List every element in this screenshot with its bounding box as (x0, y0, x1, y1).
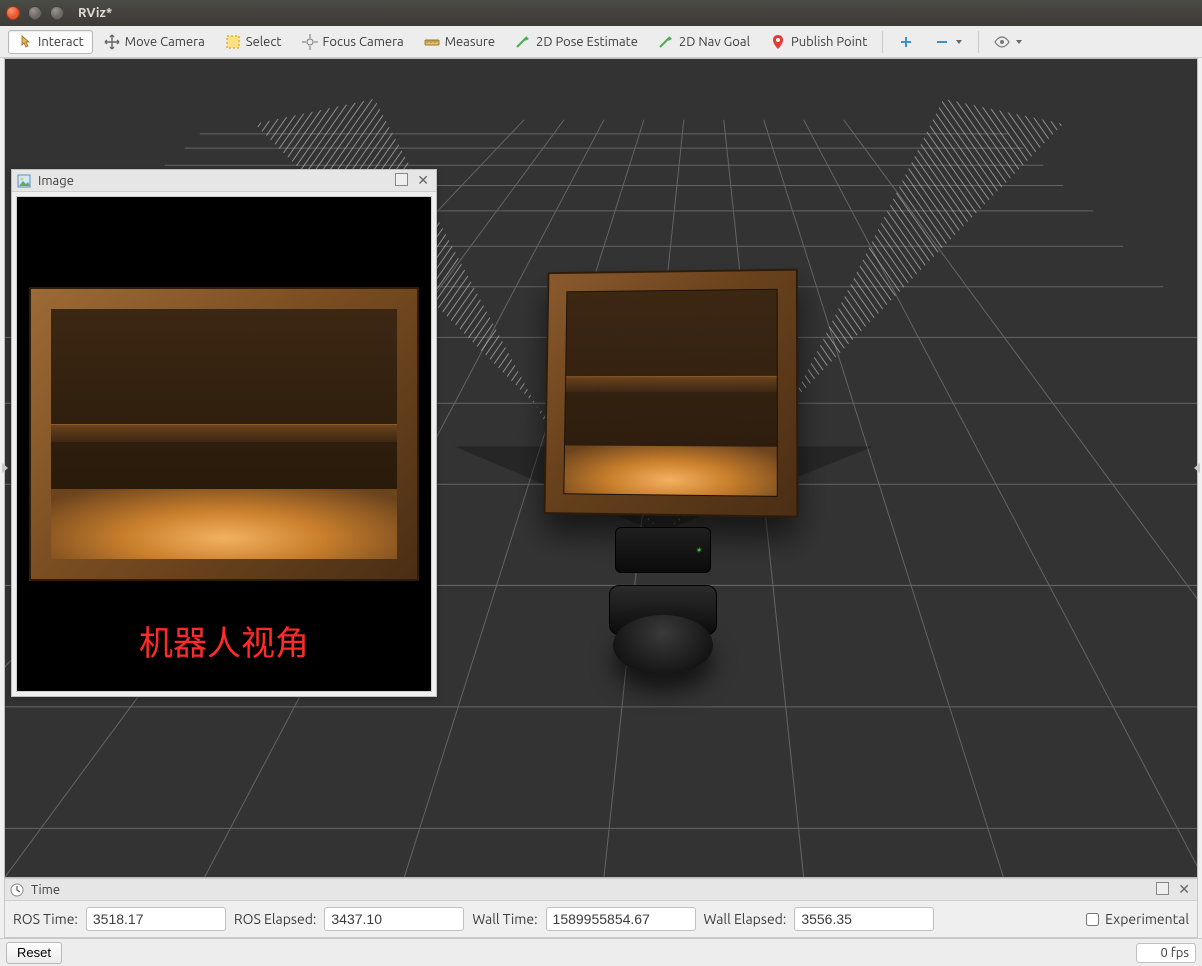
publish-point-label: Publish Point (791, 35, 867, 49)
plus-icon (898, 34, 914, 50)
toolbar-separator (882, 31, 883, 53)
nav-goal-label: 2D Nav Goal (679, 35, 750, 49)
ros-time-field[interactable] (86, 907, 226, 931)
ros-elapsed-field[interactable] (324, 907, 464, 931)
move-camera-button[interactable]: Move Camera (95, 30, 214, 54)
window-titlebar: RViz* (0, 0, 1202, 26)
time-panel-float-button[interactable] (1158, 884, 1169, 895)
window-close-button[interactable] (6, 6, 20, 20)
image-caption: 机器人视角 (17, 616, 431, 665)
window-title: RViz* (78, 6, 112, 20)
left-panel-expand-handle[interactable] (1, 59, 9, 877)
ros-time-label: ROS Time: (13, 911, 78, 927)
nav-goal-icon (658, 34, 674, 50)
time-panel: Time ✕ ROS Time: ROS Elapsed: Wall Time:… (4, 878, 1198, 938)
pose-estimate-label: 2D Pose Estimate (536, 35, 638, 49)
measure-label: Measure (445, 35, 495, 49)
publish-point-icon (770, 34, 786, 50)
dropdown-caret-icon-2 (1015, 34, 1023, 50)
turtlebot-robot-model: ✶ (603, 527, 723, 675)
dropdown-caret-icon (955, 34, 963, 50)
window-maximize-button[interactable] (50, 6, 64, 20)
right-panel-expand-handle[interactable] (1193, 59, 1201, 877)
experimental-checkbox-wrap[interactable]: Experimental (1086, 911, 1189, 927)
reset-button[interactable]: Reset (6, 942, 62, 964)
time-values-row: ROS Time: ROS Elapsed: Wall Time: Wall E… (5, 901, 1197, 937)
interact-icon (17, 34, 33, 50)
viewport-container: ✶ Image ✕ 机器 (4, 58, 1198, 878)
wall-time-field[interactable] (546, 907, 696, 931)
focus-camera-icon (302, 34, 318, 50)
panel-close-button[interactable]: ✕ (414, 172, 432, 189)
select-label: Select (246, 35, 282, 49)
toolbar-separator-2 (978, 31, 979, 53)
image-panel-title: Image (38, 174, 74, 188)
main-toolbar: Interact Move Camera Select Focus Camera… (0, 26, 1202, 58)
robot-logo: ✶ (696, 545, 703, 556)
measure-icon (424, 34, 440, 50)
experimental-label: Experimental (1105, 911, 1189, 927)
minus-icon (934, 34, 950, 50)
remove-display-button[interactable] (925, 30, 972, 54)
select-icon (225, 34, 241, 50)
wall-elapsed-label: Wall Elapsed: (704, 911, 787, 927)
move-camera-icon (104, 34, 120, 50)
3d-viewport[interactable]: ✶ Image ✕ 机器 (5, 59, 1197, 877)
select-button[interactable]: Select (216, 30, 291, 54)
pose-estimate-button[interactable]: 2D Pose Estimate (506, 30, 647, 54)
image-panel-header[interactable]: Image ✕ (12, 170, 436, 192)
image-icon (16, 173, 32, 189)
nav-goal-button[interactable]: 2D Nav Goal (649, 30, 759, 54)
wall-elapsed-field[interactable] (794, 907, 934, 931)
measure-button[interactable]: Measure (415, 30, 504, 54)
experimental-checkbox[interactable] (1086, 913, 1099, 926)
time-panel-header[interactable]: Time ✕ (5, 879, 1197, 901)
add-display-button[interactable] (889, 30, 923, 54)
publish-point-button[interactable]: Publish Point (761, 30, 876, 54)
clock-icon (9, 882, 25, 898)
pose-estimate-icon (515, 34, 531, 50)
time-panel-close-button[interactable]: ✕ (1175, 881, 1193, 898)
window-minimize-button[interactable] (28, 6, 42, 20)
interact-label: Interact (38, 35, 84, 49)
move-camera-label: Move Camera (125, 35, 205, 49)
camera-image-view: 机器人视角 (16, 196, 432, 692)
status-bar: Reset 0 fps (0, 938, 1202, 966)
focus-camera-button[interactable]: Focus Camera (293, 30, 413, 54)
bookshelf-model (543, 269, 797, 515)
fps-indicator: 0 fps (1136, 943, 1196, 963)
eye-icon (994, 34, 1010, 50)
interact-button[interactable]: Interact (8, 30, 93, 54)
focus-camera-label: Focus Camera (323, 35, 404, 49)
wall-time-label: Wall Time: (472, 911, 537, 927)
visibility-button[interactable] (985, 30, 1032, 54)
panel-float-button[interactable] (397, 175, 408, 186)
image-display-panel[interactable]: Image ✕ 机器人视角 (11, 169, 437, 697)
time-panel-title: Time (31, 883, 60, 897)
ros-elapsed-label: ROS Elapsed: (234, 911, 317, 927)
